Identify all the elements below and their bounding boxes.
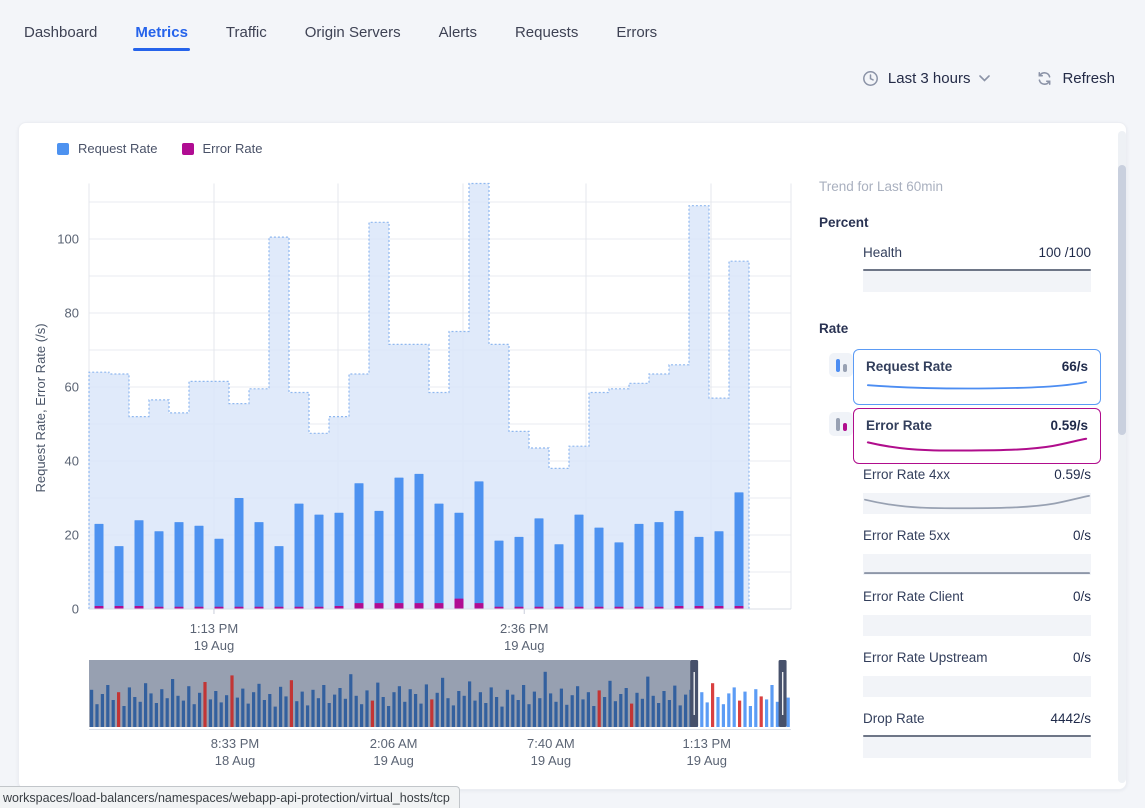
top-nav: Dashboard Metrics Traffic Origin Servers Ale…	[22, 20, 693, 51]
time-range-label: Last 3 hours	[888, 70, 971, 87]
legend-swatch-icon	[57, 143, 69, 155]
section-heading-rate: Rate	[819, 321, 848, 336]
metric-label-line: Error Rate 5xx 0/s	[863, 528, 1091, 543]
tab-traffic[interactable]: Traffic	[224, 20, 269, 51]
trend-area	[863, 554, 1091, 575]
bar-chart-icon	[829, 412, 853, 436]
request-error-rate-chart: 0 20 40 60 80 100 Request Rate, Error Rate (/s…	[19, 163, 819, 658]
chart-controls: Last 3 hours Refresh	[862, 70, 1115, 87]
metric-row-health[interactable]: Health 100 /100	[863, 245, 1091, 292]
metric-label: Request Rate	[866, 359, 952, 374]
metric-card-request-rate[interactable]: Request Rate 66/s	[853, 349, 1101, 405]
metric-label-line: Error Rate 4xx 0.59/s	[863, 467, 1091, 482]
metric-label: Error Rate 5xx	[863, 528, 950, 543]
trend-panel-title: Trend for Last 60min	[819, 179, 943, 194]
metric-row-error-rate-4xx[interactable]: Error Rate 4xx 0.59/s	[863, 467, 1091, 514]
metric-row-error-rate-5xx[interactable]: Error Rate 5xx 0/s	[863, 528, 1091, 575]
metric-label-line: Drop Rate 4442/s	[863, 711, 1091, 726]
bar-chart-icon	[829, 353, 853, 377]
chart-legend: Request Rate Error Rate	[57, 141, 262, 156]
metric-value: 0/s	[1073, 650, 1091, 665]
svg-text:19 Aug: 19 Aug	[194, 638, 235, 653]
section-heading-percent: Percent	[819, 215, 869, 230]
metric-label: Drop Rate	[863, 711, 925, 726]
tab-alerts[interactable]: Alerts	[437, 20, 479, 51]
refresh-label: Refresh	[1062, 70, 1115, 87]
svg-text:2:36 PM: 2:36 PM	[500, 621, 548, 636]
brush-axis-labels: 8:33 PM18 Aug 2:06 AM19 Aug 7:40 AM19 Aug 1…	[89, 735, 791, 775]
legend-swatch-icon	[182, 143, 194, 155]
metric-value: 0.59/s	[1054, 467, 1091, 482]
metric-label: Error Rate Upstream	[863, 650, 988, 665]
svg-text:0: 0	[72, 602, 79, 617]
tab-requests[interactable]: Requests	[513, 20, 580, 51]
status-bar-text: workspaces/load-balancers/namespaces/web…	[3, 791, 450, 805]
trend-sparkline	[866, 377, 1088, 397]
trend-sparkline	[863, 554, 1091, 575]
panel-scrollbar-thumb[interactable]	[1118, 165, 1126, 435]
metric-value: 0.59/s	[1050, 418, 1088, 433]
metric-row-error-rate-upstream[interactable]: Error Rate Upstream 0/s	[863, 650, 1091, 697]
metric-value: 100 /100	[1038, 245, 1091, 260]
metric-label-line: Health 100 /100	[863, 245, 1091, 260]
metric-value: 0/s	[1073, 589, 1091, 604]
brush-tick-label: 8:33 PM18 Aug	[211, 735, 259, 769]
brush-handle-left[interactable]	[690, 660, 698, 727]
svg-text:40: 40	[65, 454, 79, 469]
metric-value: 66/s	[1062, 359, 1088, 374]
tab-metrics[interactable]: Metrics	[133, 20, 190, 51]
metric-label-line: Error Rate 0.59/s	[866, 418, 1088, 433]
trend-sparkline	[866, 436, 1088, 456]
time-range-button[interactable]: Last 3 hours	[862, 70, 991, 87]
svg-text:20: 20	[65, 528, 79, 543]
legend-item-request-rate[interactable]: Request Rate	[57, 141, 158, 156]
metrics-card: Request Rate Error Rate 0 20 40 60 80 100 Reque…	[18, 122, 1127, 790]
brush-tick-label: 7:40 AM19 Aug	[527, 735, 575, 769]
trend-area	[863, 737, 1091, 758]
svg-text:100: 100	[57, 232, 79, 247]
svg-text:19 Aug: 19 Aug	[504, 638, 545, 653]
trend-area	[863, 676, 1091, 697]
refresh-button[interactable]: Refresh	[1036, 70, 1115, 87]
svg-text:1:13 PM: 1:13 PM	[190, 621, 238, 636]
trend-area	[863, 615, 1091, 636]
metric-card-error-rate[interactable]: Error Rate 0.59/s	[853, 408, 1101, 464]
clock-icon	[862, 70, 879, 87]
refresh-icon	[1036, 70, 1053, 87]
metric-value: 4442/s	[1050, 711, 1091, 726]
tab-dashboard[interactable]: Dashboard	[22, 20, 99, 51]
svg-text:80: 80	[65, 306, 79, 321]
legend-item-error-rate[interactable]: Error Rate	[182, 141, 263, 156]
metric-value: 0/s	[1073, 528, 1091, 543]
trend-area	[863, 271, 1091, 292]
metric-row-drop-rate[interactable]: Drop Rate 4442/s	[863, 711, 1091, 758]
metric-label: Error Rate Client	[863, 589, 964, 604]
trend-sparkline	[863, 493, 1091, 514]
panel-scrollbar-track[interactable]	[1118, 131, 1126, 783]
chevron-down-icon	[979, 75, 990, 82]
metric-label-line: Request Rate 66/s	[866, 359, 1088, 374]
status-bar-link-preview: workspaces/load-balancers/namespaces/web…	[0, 786, 460, 808]
brush-tick-label: 1:13 PM19 Aug	[683, 735, 731, 769]
metric-label: Error Rate	[866, 418, 932, 433]
svg-text:Request Rate, Error Rate (/s): Request Rate, Error Rate (/s)	[33, 323, 48, 492]
svg-text:60: 60	[65, 380, 79, 395]
metric-label: Health	[863, 245, 902, 260]
metric-label-line: Error Rate Client 0/s	[863, 589, 1091, 604]
timeline-brush-chart[interactable]	[89, 660, 791, 730]
brush-tick-label: 2:06 AM19 Aug	[370, 735, 418, 769]
trend-area	[863, 493, 1091, 514]
trend-panel: Trend for Last 60min Percent Health 100 /1…	[811, 123, 1111, 791]
tab-origin-servers[interactable]: Origin Servers	[303, 20, 403, 51]
legend-label: Request Rate	[78, 141, 158, 156]
brush-handle-right[interactable]	[779, 660, 787, 727]
legend-label: Error Rate	[203, 141, 263, 156]
metric-label-line: Error Rate Upstream 0/s	[863, 650, 1091, 665]
tab-errors[interactable]: Errors	[614, 20, 659, 51]
metric-row-error-rate-client[interactable]: Error Rate Client 0/s	[863, 589, 1091, 636]
metric-label: Error Rate 4xx	[863, 467, 950, 482]
